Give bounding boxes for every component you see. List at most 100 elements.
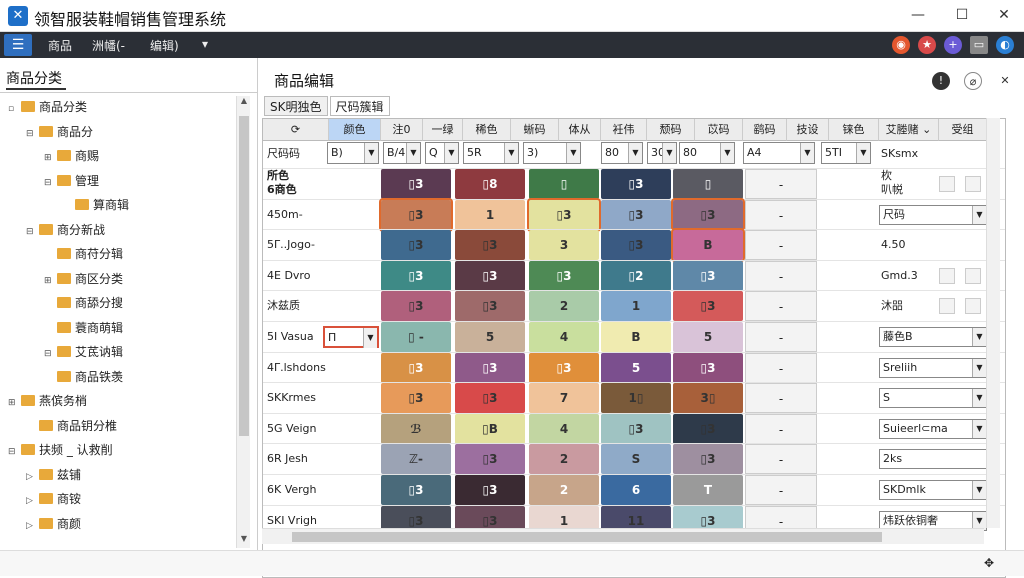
- color-swatch[interactable]: ▯3: [601, 169, 671, 199]
- hscroll-thumb[interactable]: [292, 532, 882, 542]
- plus-icon[interactable]: +: [944, 36, 962, 54]
- scroll-up-icon[interactable]: ▲: [239, 96, 249, 108]
- chevron-down-icon[interactable]: ▼: [972, 328, 986, 346]
- expand-icon[interactable]: ⊟: [26, 223, 36, 241]
- color-swatch[interactable]: B: [601, 322, 671, 352]
- color-swatch[interactable]: ▯: [529, 169, 599, 199]
- empty-cell[interactable]: -: [745, 230, 817, 261]
- empty-cell[interactable]: -: [745, 475, 817, 505]
- color-swatch[interactable]: ▯3: [381, 352, 451, 383]
- empty-cell[interactable]: -: [745, 260, 817, 291]
- filter-select[interactable]: Q ▼: [425, 142, 459, 164]
- chevron-down-icon[interactable]: ▼: [972, 389, 986, 408]
- window-icon[interactable]: ▭: [970, 36, 988, 54]
- chevron-down-icon[interactable]: ▼: [972, 205, 986, 224]
- chevron-down-icon[interactable]: ▼: [972, 511, 986, 530]
- tree-item[interactable]: ⊟ 艾茋讷辑: [44, 343, 123, 361]
- color-swatch[interactable]: 4: [529, 413, 599, 444]
- tree-item[interactable]: ⊟ 商品分: [26, 123, 93, 141]
- close-button[interactable]: ✕: [992, 4, 1016, 26]
- right-select[interactable]: Sreliih ▼: [879, 357, 987, 378]
- color-swatch[interactable]: 2: [529, 475, 599, 505]
- tree-item[interactable]: 商品钥分椎: [26, 417, 117, 435]
- color-swatch[interactable]: ▯3: [381, 383, 451, 414]
- tree-item[interactable]: ⊟ 商分新战: [26, 221, 105, 239]
- menu-item-edit[interactable]: 编辑): [150, 37, 179, 54]
- color-swatch[interactable]: 1: [455, 199, 525, 230]
- checkbox[interactable]: [965, 267, 981, 284]
- color-swatch[interactable]: ▯3: [455, 291, 525, 322]
- link-icon[interactable]: ⌀: [964, 72, 982, 90]
- color-swatch[interactable]: ▯3: [381, 291, 451, 322]
- empty-cell[interactable]: -: [745, 444, 817, 475]
- column-header[interactable]: 苡码: [695, 119, 743, 141]
- color-swatch[interactable]: ▯3: [455, 352, 525, 383]
- column-header[interactable]: 技设: [787, 119, 829, 141]
- color-swatch[interactable]: ▯3: [381, 260, 451, 291]
- tree-item[interactable]: ▷ 商铵: [26, 490, 81, 508]
- filter-select[interactable]: 5TI ▼: [821, 142, 871, 164]
- color-swatch[interactable]: ▯3: [601, 413, 671, 444]
- expand-icon[interactable]: ⊟: [44, 345, 54, 363]
- tree-item[interactable]: 商舔分搜: [44, 294, 123, 312]
- right-select[interactable]: Suieerl⊂ma ▼: [879, 418, 987, 439]
- chevron-down-icon[interactable]: ▼: [628, 143, 642, 163]
- maximize-button[interactable]: ☐: [950, 4, 974, 26]
- color-swatch[interactable]: 5: [673, 322, 743, 352]
- color-swatch[interactable]: ▯3: [601, 230, 671, 261]
- empty-cell[interactable]: -: [745, 383, 817, 414]
- color-swatch[interactable]: 2: [529, 291, 599, 322]
- color-swatch[interactable]: ▯3: [379, 197, 453, 232]
- chevron-down-icon[interactable]: ▼: [856, 143, 870, 163]
- filter-select[interactable]: B) ▼: [327, 142, 379, 164]
- color-swatch[interactable]: 2: [529, 444, 599, 475]
- color-swatch[interactable]: ▯3: [455, 260, 525, 291]
- tab-size-edit[interactable]: 尺码簇辑: [329, 96, 390, 116]
- expand-icon[interactable]: ▷: [26, 517, 36, 535]
- color-swatch[interactable]: ▯8: [455, 169, 525, 199]
- color-swatch[interactable]: ▯3: [673, 260, 743, 291]
- menu-item-2[interactable]: 洲幡(-: [92, 37, 125, 54]
- color-swatch[interactable]: 6: [601, 475, 671, 505]
- color-swatch[interactable]: ▯3: [455, 230, 525, 261]
- chevron-down-icon[interactable]: ▼: [662, 143, 676, 163]
- color-swatch[interactable]: ℤ-: [381, 444, 451, 475]
- tree-item[interactable]: 算商辑: [62, 196, 129, 214]
- column-header[interactable]: 注0: [381, 119, 423, 141]
- chevron-down-icon[interactable]: ▼: [504, 143, 518, 163]
- tree-item[interactable]: ▷ 商颜: [26, 515, 81, 533]
- color-swatch[interactable]: ▯3: [381, 169, 451, 199]
- tree-item[interactable]: 蓑商萌辑: [44, 319, 123, 337]
- color-swatch[interactable]: 1▯: [601, 383, 671, 414]
- expand-icon[interactable]: ⊞: [44, 272, 54, 290]
- color-swatch[interactable]: ▯3: [673, 444, 743, 475]
- expand-icon[interactable]: ⊟: [44, 174, 54, 192]
- column-header[interactable]: 受组: [939, 119, 987, 141]
- tree-item[interactable]: 商品铁羡: [44, 368, 123, 386]
- color-swatch[interactable]: ℬ: [381, 413, 451, 444]
- column-header[interactable]: 颜色: [329, 119, 381, 141]
- filter-select[interactable]: A4 ▼: [743, 142, 815, 164]
- right-select[interactable]: 藤色B ▼: [879, 327, 987, 347]
- color-swatch[interactable]: ▯3: [527, 197, 601, 232]
- color-swatch[interactable]: ▯ -: [381, 322, 451, 352]
- chevron-down-icon[interactable]: ▼: [566, 143, 580, 163]
- expand-icon[interactable]: ⊞: [44, 149, 54, 167]
- color-swatch[interactable]: ▯3: [671, 197, 745, 232]
- color-swatch[interactable]: ▯B: [455, 413, 525, 444]
- menu-item-goods[interactable]: 商品: [48, 37, 72, 54]
- column-header[interactable]: 铼色: [829, 119, 879, 141]
- column-header[interactable]: 鹞码: [743, 119, 787, 141]
- color-swatch[interactable]: ▯3: [673, 291, 743, 322]
- filter-select[interactable]: 80 ▼: [601, 142, 643, 164]
- filter-select[interactable]: 3) ▼: [523, 142, 581, 164]
- checkbox[interactable]: [939, 298, 955, 315]
- color-swatch[interactable]: ▯3: [529, 260, 599, 291]
- color-swatch[interactable]: 7: [529, 383, 599, 414]
- empty-cell[interactable]: -: [745, 199, 817, 230]
- tree-item[interactable]: ⊟ 扶频 _ 认救削: [8, 441, 113, 459]
- color-swatch[interactable]: ▯: [673, 169, 743, 199]
- minimize-button[interactable]: —: [906, 4, 930, 26]
- close-panel-icon[interactable]: ✕: [996, 72, 1014, 90]
- color-swatch[interactable]: ▯3: [673, 352, 743, 383]
